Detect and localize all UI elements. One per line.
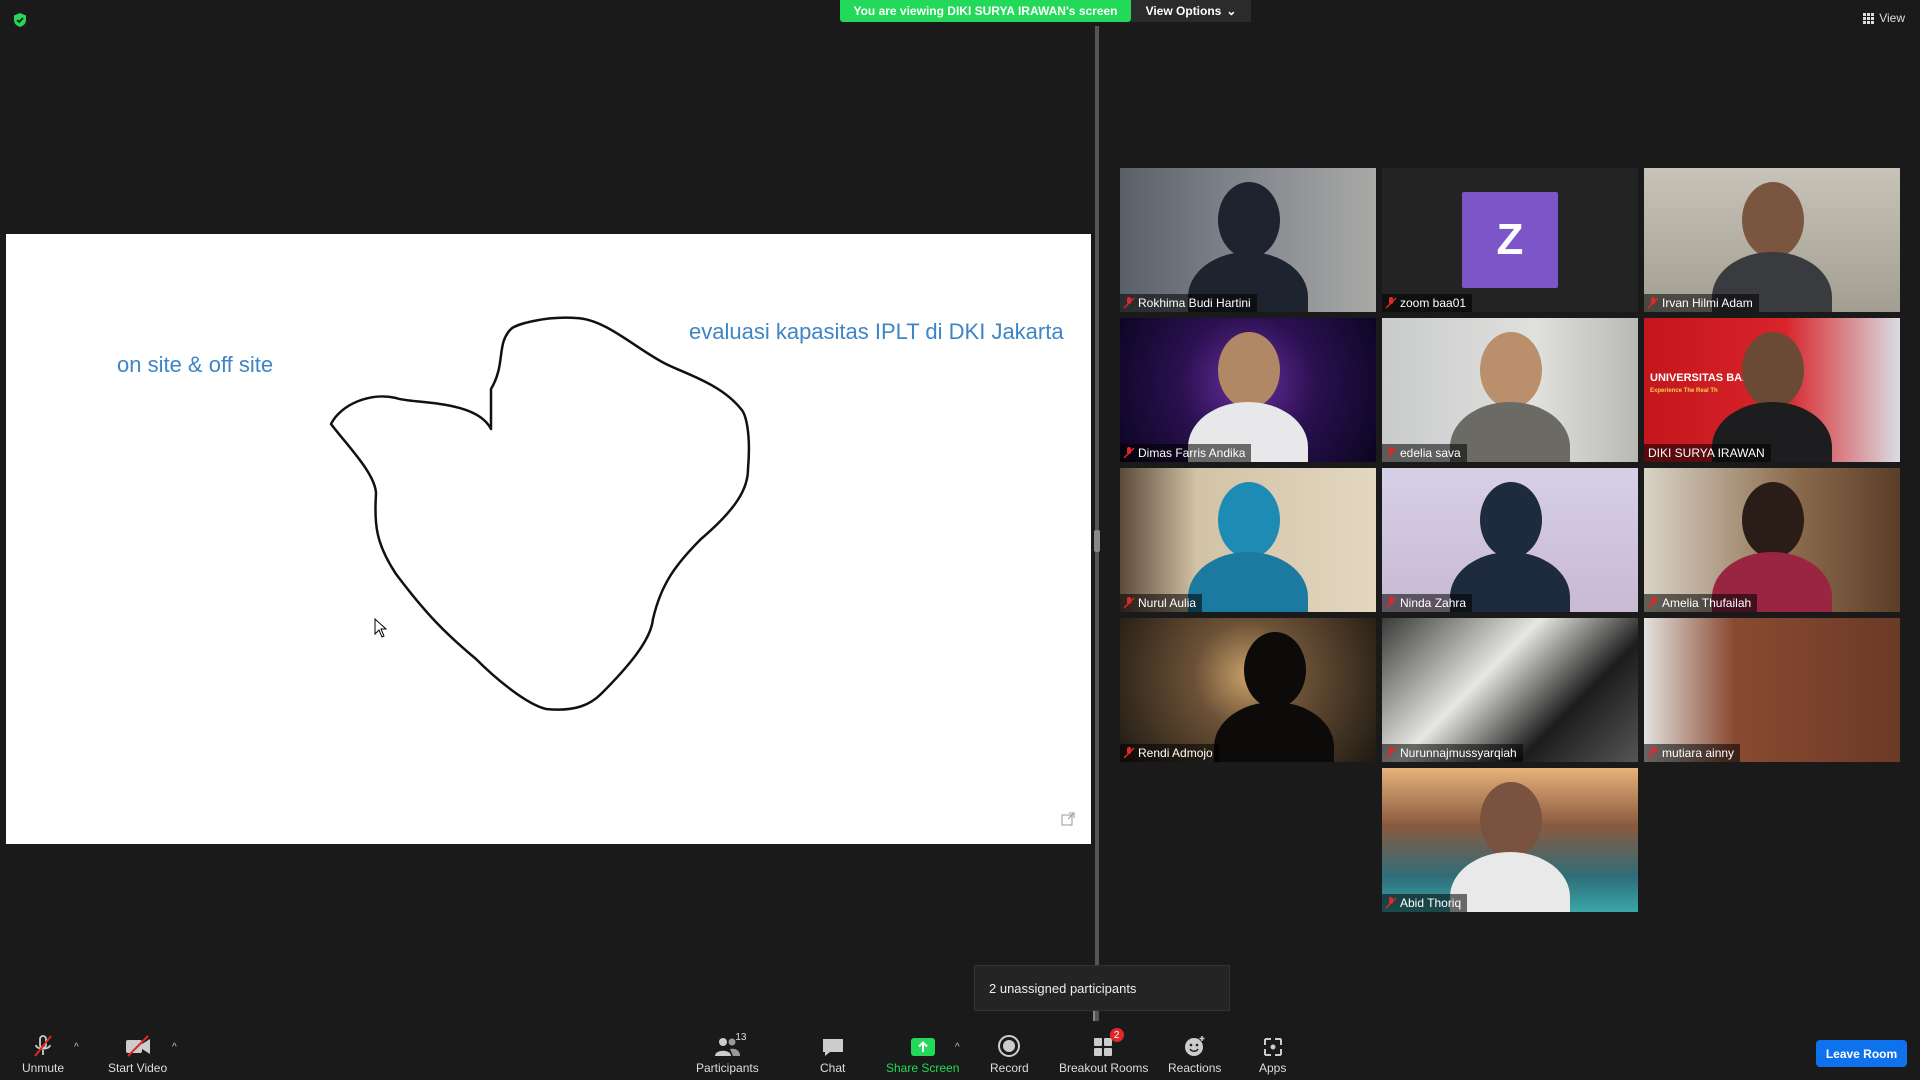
apps-button[interactable]: Apps bbox=[1259, 1032, 1286, 1075]
unmute-button[interactable]: Unmute bbox=[22, 1032, 64, 1075]
video-tile[interactable]: Rokhima Budi Hartini bbox=[1120, 168, 1376, 312]
video-tile[interactable]: Amelia Thufailah bbox=[1644, 468, 1900, 612]
participant-name: Irvan Hilmi Adam bbox=[1644, 294, 1759, 312]
unassigned-participants-tooltip[interactable]: 2 unassigned participants bbox=[974, 965, 1230, 1011]
participants-button[interactable]: 13 Participants bbox=[696, 1032, 759, 1075]
annotation-on-site: on site & off site bbox=[117, 352, 274, 377]
muted-mic-icon bbox=[1386, 747, 1397, 759]
shared-screen[interactable]: on site & off site evaluasi kapasitas IP… bbox=[6, 234, 1091, 844]
muted-microphone-icon bbox=[34, 1035, 52, 1057]
start-video-button[interactable]: Start Video bbox=[108, 1032, 167, 1075]
participants-count: 13 bbox=[735, 1032, 747, 1043]
meeting-toolbar bbox=[0, 1021, 1920, 1080]
video-tile[interactable]: Nurul Aulia bbox=[1120, 468, 1376, 612]
muted-mic-icon bbox=[1386, 297, 1397, 309]
apps-icon bbox=[1263, 1038, 1282, 1056]
muted-mic-icon bbox=[1648, 597, 1659, 609]
video-off-icon bbox=[125, 1035, 150, 1057]
video-tile[interactable]: Rendi Admojo bbox=[1120, 618, 1376, 762]
split-divider[interactable] bbox=[1095, 26, 1099, 1021]
participant-name: DIKI SURYA IRAWAN bbox=[1644, 444, 1771, 462]
annotation-evaluasi: evaluasi kapasitas IPLT di DKI Jakarta bbox=[689, 319, 1064, 344]
record-button[interactable]: Record bbox=[990, 1032, 1029, 1075]
video-tile-active-speaker[interactable]: UNIVERSITAS BAKRIE Experience The Real Th… bbox=[1644, 318, 1900, 462]
participant-name: Ninda Zahra bbox=[1382, 594, 1473, 612]
breakout-rooms-button[interactable]: 2 Breakout Rooms bbox=[1059, 1028, 1148, 1075]
participant-name: Nurul Aulia bbox=[1120, 594, 1203, 612]
participant-name: Abid Thoriq bbox=[1382, 894, 1468, 912]
leave-room-button[interactable]: Leave Room bbox=[1816, 1040, 1907, 1067]
share-screen-icon bbox=[910, 1038, 935, 1056]
chevron-down-icon: ⌄ bbox=[1226, 4, 1237, 18]
cursor-icon bbox=[374, 618, 388, 638]
video-options-caret[interactable]: ^ bbox=[172, 1042, 177, 1053]
smiley-icon bbox=[1184, 1036, 1205, 1056]
muted-mic-icon bbox=[1386, 447, 1397, 459]
muted-mic-icon bbox=[1386, 897, 1397, 909]
share-options-caret[interactable]: ^ bbox=[955, 1042, 960, 1053]
video-tile[interactable]: Abid Thoriq bbox=[1382, 768, 1638, 912]
divider-handle[interactable] bbox=[1094, 530, 1100, 552]
muted-mic-icon bbox=[1124, 597, 1135, 609]
pop-out-icon[interactable] bbox=[1061, 812, 1075, 826]
muted-mic-icon bbox=[1124, 747, 1135, 759]
muted-mic-icon bbox=[1124, 297, 1135, 309]
share-screen-button[interactable]: Share Screen bbox=[886, 1032, 959, 1075]
view-options-label: View Options bbox=[1145, 4, 1222, 18]
muted-mic-icon bbox=[1648, 297, 1659, 309]
video-tile[interactable]: Dimas Farris Andika bbox=[1120, 318, 1376, 462]
participant-name: mutiara ainny bbox=[1644, 744, 1741, 762]
chat-button[interactable]: Chat bbox=[820, 1032, 845, 1075]
video-tile[interactable]: Irvan Hilmi Adam bbox=[1644, 168, 1900, 312]
video-tile[interactable]: Nurunnajmussyarqiah bbox=[1382, 618, 1638, 762]
video-tile[interactable]: edelia sava bbox=[1382, 318, 1638, 462]
security-shield-icon[interactable] bbox=[12, 12, 28, 28]
viewing-screen-banner: You are viewing DIKI SURYA IRAWAN's scre… bbox=[840, 0, 1131, 22]
grid-view-icon bbox=[1863, 12, 1875, 24]
video-tile[interactable]: Ninda Zahra bbox=[1382, 468, 1638, 612]
participant-name: Rokhima Budi Hartini bbox=[1120, 294, 1257, 312]
video-tile[interactable]: Z zoom baa01 bbox=[1382, 168, 1638, 312]
participant-name: Dimas Farris Andika bbox=[1120, 444, 1252, 462]
participant-name: edelia sava bbox=[1382, 444, 1467, 462]
participant-name: zoom baa01 bbox=[1382, 294, 1473, 312]
muted-mic-icon bbox=[1124, 447, 1135, 459]
participant-name: Nurunnajmussyarqiah bbox=[1382, 744, 1523, 762]
participant-name: Amelia Thufailah bbox=[1644, 594, 1758, 612]
muted-mic-icon bbox=[1648, 747, 1659, 759]
avatar: Z bbox=[1462, 192, 1558, 288]
view-button-label: View bbox=[1879, 11, 1905, 25]
video-tile[interactable]: mutiara ainny bbox=[1644, 618, 1900, 762]
chat-icon bbox=[822, 1039, 843, 1056]
participant-name: Rendi Admojo bbox=[1120, 744, 1219, 762]
view-options-button[interactable]: View Options ⌄ bbox=[1131, 0, 1251, 22]
muted-mic-icon bbox=[1386, 597, 1397, 609]
record-icon bbox=[998, 1035, 1021, 1057]
view-button[interactable]: View bbox=[1863, 11, 1905, 25]
audio-options-caret[interactable]: ^ bbox=[74, 1042, 79, 1053]
breakout-badge: 2 bbox=[1109, 1028, 1124, 1042]
reactions-button[interactable]: Reactions bbox=[1168, 1032, 1221, 1075]
